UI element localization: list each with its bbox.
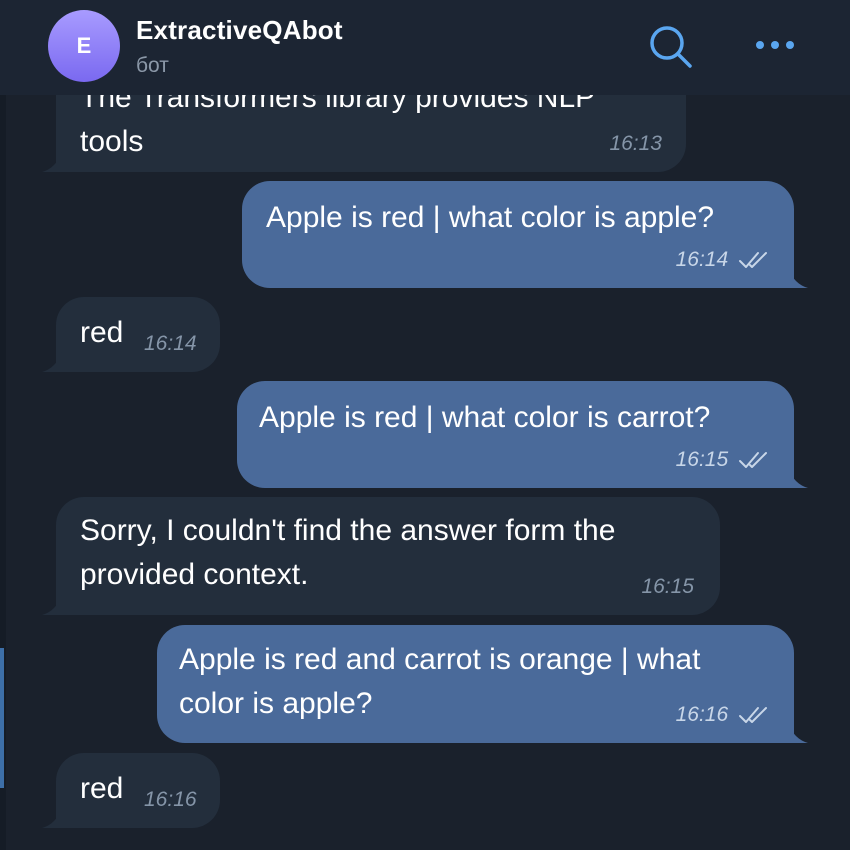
double-check-icon [739,252,767,269]
bubble-tail [788,723,808,743]
message-time: 16:13 [609,132,662,155]
message-text: Apple is red | what color is apple? [266,201,715,234]
message-time-label: 16:14 [675,248,729,271]
search-icon [650,26,692,68]
more-icon [756,41,794,49]
message-bubble-outgoing[interactable]: Apple is red | what color is apple? 16:1… [242,181,808,288]
message-text: red [80,772,124,805]
message-time: 16:16 [144,788,197,811]
message-time-label: 16:15 [675,448,729,471]
message-bubble-outgoing[interactable]: Apple is red | what color is carrot? 16:… [237,381,808,488]
bubble-tail [42,152,62,172]
bubble-tail [788,268,808,288]
message-time: 16:14 [676,248,770,272]
more-options-button[interactable] [750,30,800,60]
message-time: 16:15 [676,448,770,472]
message-time-label: 16:16 [675,703,729,726]
chat-header: E ExtractiveQAbot бот [0,0,850,95]
bot-avatar[interactable]: E [48,10,120,82]
left-edge-accent [0,648,4,788]
avatar-letter: E [76,33,92,58]
message-bubble-outgoing[interactable]: Apple is red and carrot is orange | what… [157,625,808,743]
double-check-icon [739,452,767,469]
chat-screen: The Transformers library provides NLP to… [0,0,850,850]
message-time: 16:16 [676,703,770,727]
chat-subtitle: бот [136,54,169,77]
message-text: red [80,316,124,349]
message-time: 16:14 [144,332,197,355]
message-bubble-incoming[interactable]: red 16:16 [42,753,220,828]
message-bubble-incoming[interactable]: Sorry, I couldn't find the answer form t… [42,497,720,615]
bubble-tail [42,352,62,372]
chat-title[interactable]: ExtractiveQAbot [136,15,343,46]
bubble-tail [42,595,62,615]
bubble-tail [42,808,62,828]
message-bubble-incoming[interactable]: red 16:14 [42,297,220,372]
message-text: Sorry, I couldn't find the answer form t… [80,514,616,591]
double-check-icon [739,707,767,724]
search-button[interactable] [646,22,696,72]
message-time: 16:15 [641,575,694,598]
message-text: Apple is red | what color is carrot? [259,401,711,434]
bubble-tail [788,468,808,488]
